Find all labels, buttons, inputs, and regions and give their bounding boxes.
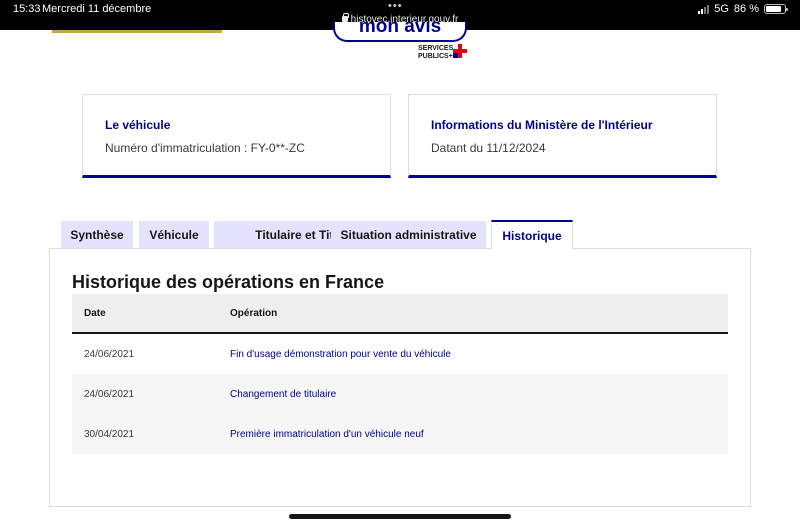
tab-vehicule[interactable]: Véhicule: [139, 221, 209, 249]
history-table: Date Opération 24/06/2021 Fin d'usage dé…: [72, 294, 728, 454]
ministry-date: Datant du 11/12/2024: [431, 141, 546, 155]
tab-historique[interactable]: Historique: [491, 220, 573, 249]
table-row: 24/06/2021 Fin d'usage démonstration pou…: [72, 334, 728, 374]
table-row: 24/06/2021 Changement de titulaire: [72, 374, 728, 414]
ministry-card: Informations du Ministère de l'Intérieur…: [408, 94, 717, 178]
vehicle-card: Le véhicule Numéro d'immatriculation : F…: [82, 94, 391, 178]
network-label: 5G: [714, 3, 729, 15]
monavis-label: mon avis: [358, 22, 442, 37]
services-logo-line1: SERVICES: [418, 45, 454, 52]
monavis-badge[interactable]: mon avis: [333, 22, 467, 42]
tab-synthese[interactable]: Synthèse: [61, 221, 133, 249]
column-header-operation: Opération: [230, 308, 278, 319]
vehicle-registration: Numéro d'immatriculation : FY-0**-ZC: [105, 141, 305, 155]
services-logo-line2: PUBLICS+: [418, 53, 453, 60]
table-row: 30/04/2021 Première immatriculation d'un…: [72, 414, 728, 454]
home-indicator[interactable]: [289, 514, 511, 519]
tab-situation-administrative[interactable]: Situation administrative: [331, 221, 486, 249]
status-date: Mercredi 11 décembre: [42, 3, 152, 15]
status-indicators: 5G 86 %: [698, 3, 788, 15]
services-publics-logo: SERVICES PUBLICS+: [418, 45, 453, 61]
row-date: 30/04/2021: [84, 429, 135, 440]
row-operation: Changement de titulaire: [230, 389, 337, 400]
row-operation: Première immatriculation d'un véhicule n…: [230, 429, 424, 440]
ministry-card-title: Informations du Ministère de l'Intérieur: [431, 118, 653, 132]
header-strip: [52, 30, 222, 33]
more-dots-icon[interactable]: •••: [388, 0, 403, 12]
row-operation: Fin d'usage démonstration pour vente du …: [230, 349, 451, 360]
vehicle-card-title: Le véhicule: [105, 118, 171, 132]
row-date: 24/06/2021: [84, 389, 135, 400]
row-date: 24/06/2021: [84, 349, 135, 360]
table-header: Date Opération: [72, 294, 728, 334]
history-title: Historique des opérations en France: [72, 272, 385, 292]
signal-icon: [698, 4, 710, 14]
battery-icon: [764, 4, 788, 14]
battery-percent: 86 %: [733, 3, 759, 15]
column-header-date: Date: [84, 308, 106, 319]
services-publics-cross-icon: [453, 44, 467, 58]
status-time: 15:33: [13, 3, 41, 15]
